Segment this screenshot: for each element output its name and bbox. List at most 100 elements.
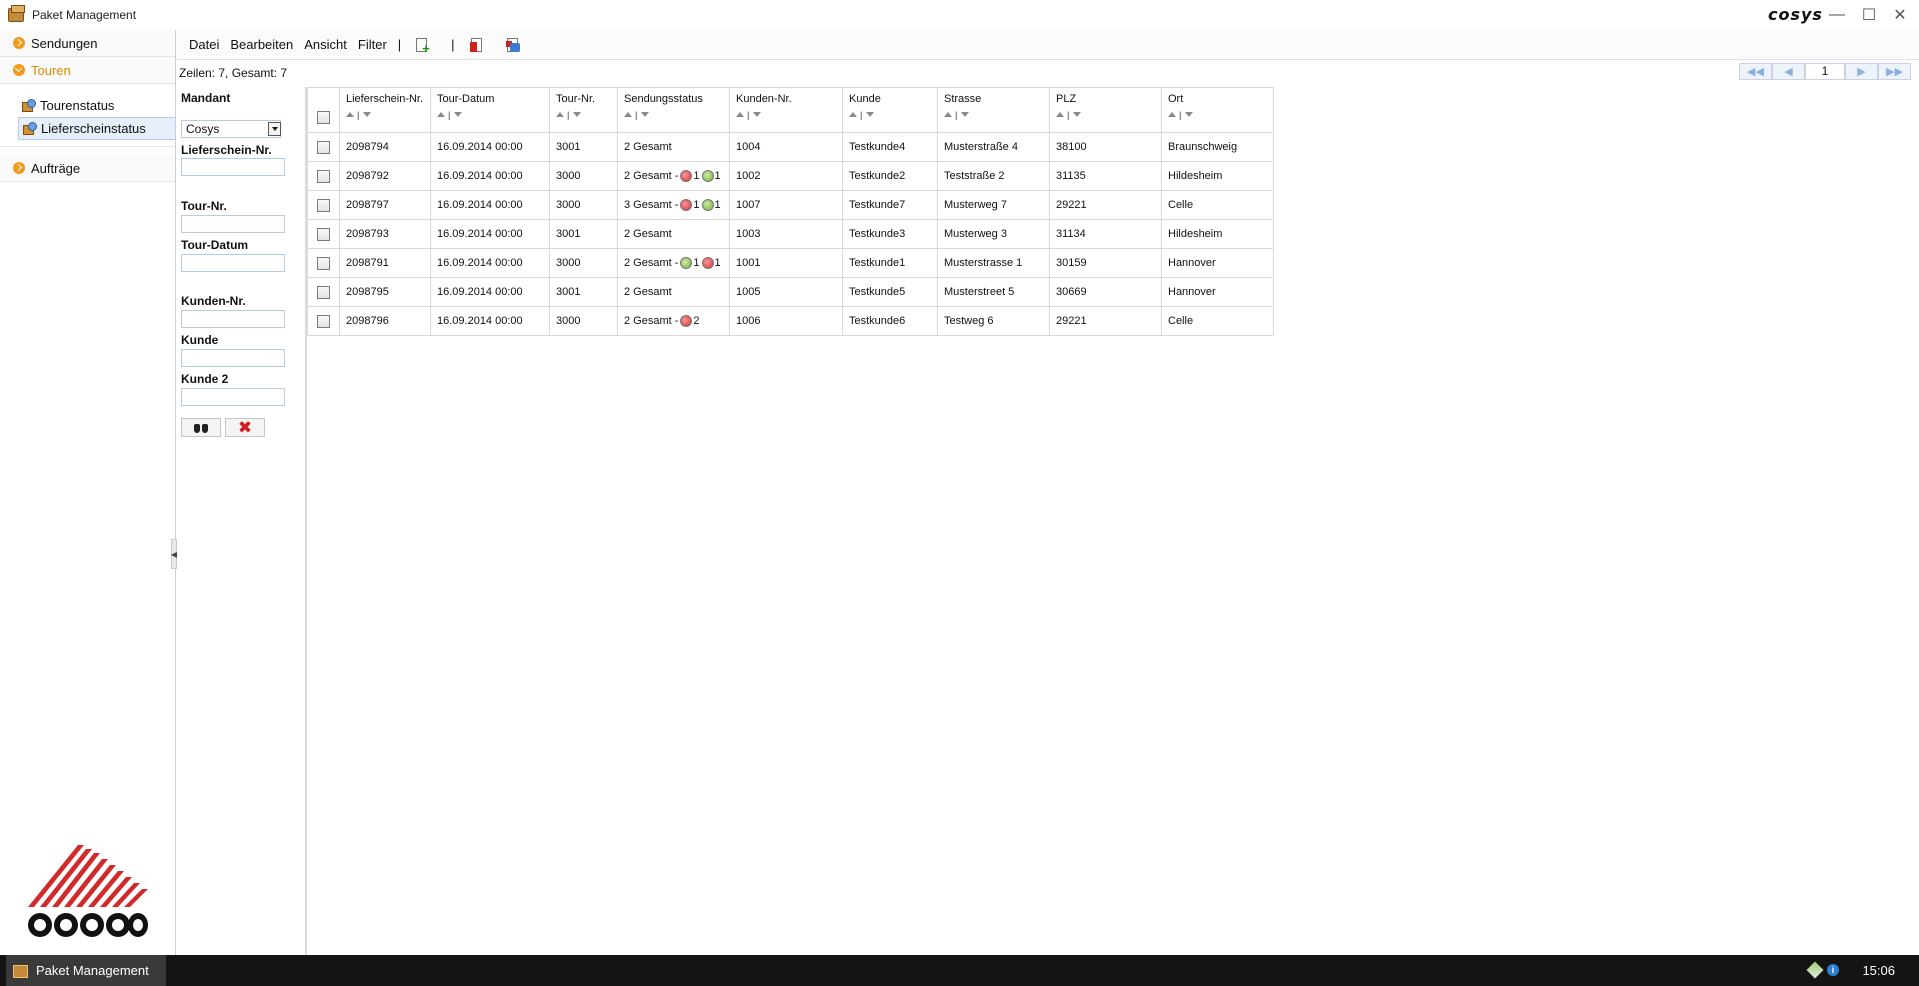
cell-text: Hannover <box>1168 286 1216 298</box>
column-header[interactable]: Kunde | <box>842 87 938 133</box>
sort-descending-icon[interactable] <box>363 112 372 118</box>
minimize-icon[interactable]: — <box>1822 0 1852 30</box>
first-page-icon[interactable]: ◀◀ <box>1739 63 1772 80</box>
cell-text: Testkunde1 <box>849 257 906 269</box>
sendungsstatus-cell: 2 Gesamt - 1 1 <box>617 248 730 278</box>
select-all-cell <box>307 87 340 133</box>
cell-text: Musterstreet 5 <box>944 286 1015 298</box>
column-header[interactable]: Sendungsstatus | <box>617 87 730 133</box>
sort-descending-icon[interactable] <box>1185 112 1194 118</box>
lieferschein-input[interactable] <box>181 158 285 176</box>
info-icon[interactable]: i <box>1827 964 1839 976</box>
delete-document-icon[interactable] <box>469 37 485 53</box>
sort-descending-icon[interactable] <box>961 112 970 118</box>
nav-section-sendungen[interactable]: Sendungen <box>0 30 175 57</box>
row-checkbox[interactable] <box>317 285 330 299</box>
column-header[interactable]: Tour-Datum | <box>430 87 550 133</box>
last-page-icon[interactable]: ▶▶ <box>1878 63 1911 80</box>
table-row[interactable]: 2098793 16.09.2014 00:00 3001 2 Gesamt 1003 T… <box>307 219 1274 249</box>
row-checkbox[interactable] <box>317 140 330 154</box>
plz-cell: 38100 <box>1049 132 1162 162</box>
menu-filter[interactable]: Filter <box>358 37 387 52</box>
column-header[interactable]: Kunden-Nr. | <box>729 87 843 133</box>
column-header[interactable]: Tour-Nr. | <box>549 87 618 133</box>
sort-descending-icon[interactable] <box>641 112 650 118</box>
plz-cell: 29221 <box>1049 306 1162 336</box>
cell-text: 1007 <box>736 199 761 211</box>
column-header[interactable]: Strasse | <box>937 87 1050 133</box>
row-checkbox[interactable] <box>317 256 330 270</box>
pen-icon[interactable] <box>1806 961 1824 979</box>
clear-filter-button[interactable]: ✖ <box>225 418 265 437</box>
menu-separator: | <box>451 37 455 52</box>
sort-ascending-icon[interactable] <box>1168 112 1176 118</box>
table-row[interactable]: 2098795 16.09.2014 00:00 3001 2 Gesamt 1005 T… <box>307 277 1274 307</box>
kunde2-input[interactable] <box>181 388 285 406</box>
maximize-icon[interactable]: ☐ <box>1854 0 1884 30</box>
sort-descending-icon[interactable] <box>866 112 875 118</box>
cell-text: 29221 <box>1056 199 1087 211</box>
sort-ascending-icon[interactable] <box>736 112 744 118</box>
tour-nr-input[interactable] <box>181 215 285 233</box>
ort-cell: Hildesheim <box>1161 161 1274 191</box>
sort-descending-icon[interactable] <box>454 112 463 118</box>
export-document-icon[interactable] <box>505 37 521 53</box>
row-checkbox[interactable] <box>317 227 330 241</box>
status-count: 1 <box>693 256 700 269</box>
nav-section-touren[interactable]: Touren <box>0 57 175 84</box>
sort-controls: | <box>736 109 842 120</box>
column-header[interactable]: Ort | <box>1161 87 1274 133</box>
cell-text: 3000 <box>556 257 581 269</box>
sort-descending-icon[interactable] <box>573 112 582 118</box>
search-button[interactable] <box>181 418 221 437</box>
collapse-panel-handle[interactable]: ◀ <box>171 539 177 569</box>
ort-cell: Hildesheim <box>1161 219 1274 249</box>
sort-ascending-icon[interactable] <box>1056 112 1064 118</box>
sort-ascending-icon[interactable] <box>944 112 952 118</box>
select-all-checkbox[interactable] <box>317 111 330 124</box>
mandant-select[interactable]: Cosys <box>181 120 281 138</box>
table-row[interactable]: 2098792 16.09.2014 00:00 3000 2 Gesamt - 1 1 1… <box>307 161 1274 191</box>
previous-page-icon[interactable]: ◀ <box>1772 63 1805 80</box>
page-number-input[interactable]: 1 <box>1805 63 1845 80</box>
cell-text: 2 Gesamt <box>624 141 672 153</box>
cell-text: Teststraße 2 <box>944 170 1005 182</box>
sort-descending-icon[interactable] <box>753 112 762 118</box>
row-checkbox[interactable] <box>317 198 330 212</box>
nav-item-tourenstatus[interactable]: Tourenstatus <box>0 94 175 117</box>
next-page-icon[interactable]: ▶ <box>1845 63 1878 80</box>
kunden-nr-input[interactable] <box>181 310 285 328</box>
table-row[interactable]: 2098794 16.09.2014 00:00 3001 2 Gesamt 1004 T… <box>307 132 1274 162</box>
chevron-down-icon[interactable] <box>268 122 281 136</box>
tour-datum-input[interactable] <box>181 254 285 272</box>
taskbar-app-button[interactable]: Paket Management <box>6 955 166 986</box>
add-document-icon[interactable]: + <box>415 37 431 55</box>
kunde2-label: Kunde 2 <box>181 372 229 386</box>
row-select-cell <box>307 161 340 191</box>
tour-datum-cell: 16.09.2014 00:00 <box>430 219 550 249</box>
sort-ascending-icon[interactable] <box>624 112 632 118</box>
sort-ascending-icon[interactable] <box>346 112 354 118</box>
table-row[interactable]: 2098796 16.09.2014 00:00 3000 2 Gesamt - 2 10… <box>307 306 1274 336</box>
table-row[interactable]: 2098797 16.09.2014 00:00 3000 3 Gesamt - 1 1 1… <box>307 190 1274 220</box>
sort-descending-icon[interactable] <box>1073 112 1082 118</box>
sort-divider: | <box>567 109 571 120</box>
column-header[interactable]: Lieferschein-Nr. | <box>339 87 431 133</box>
row-checkbox[interactable] <box>317 314 330 328</box>
nav-item-lieferscheinstatus[interactable]: Lieferscheinstatus <box>18 117 176 140</box>
menu-datei[interactable]: Datei <box>189 37 219 52</box>
table-row[interactable]: 2098791 16.09.2014 00:00 3000 2 Gesamt - 1 1 1… <box>307 248 1274 278</box>
nav-section-auftraege[interactable]: Aufträge <box>0 155 175 182</box>
sort-ascending-icon[interactable] <box>556 112 564 118</box>
kunde-input[interactable] <box>181 349 285 367</box>
menu-ansicht[interactable]: Ansicht <box>304 37 347 52</box>
column-header-label: Lieferschein-Nr. <box>346 93 424 105</box>
row-select-cell <box>307 219 340 249</box>
column-header[interactable]: PLZ | <box>1049 87 1162 133</box>
row-checkbox[interactable] <box>317 169 330 183</box>
menu-bearbeiten[interactable]: Bearbeiten <box>230 37 293 52</box>
close-icon[interactable]: ✕ <box>1885 0 1915 30</box>
strasse-cell: Musterstraße 4 <box>937 132 1050 162</box>
sort-ascending-icon[interactable] <box>849 112 857 118</box>
sort-ascending-icon[interactable] <box>437 112 445 118</box>
